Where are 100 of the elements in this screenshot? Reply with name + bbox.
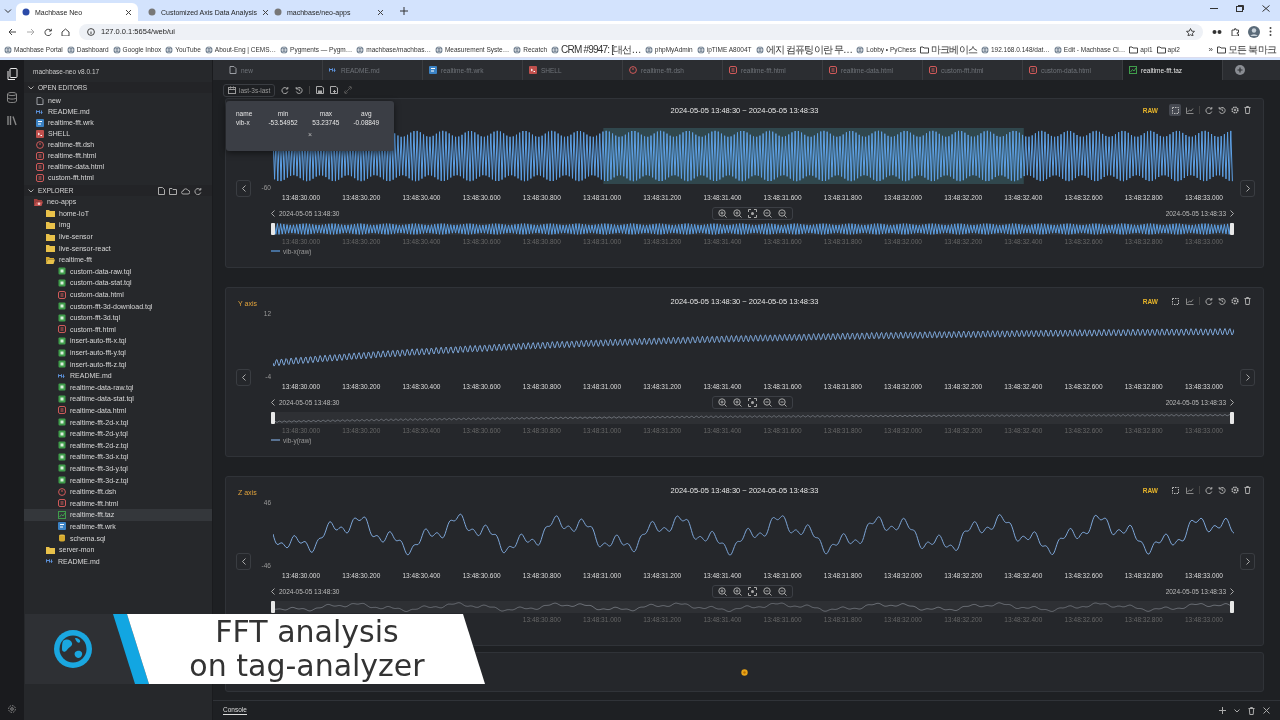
tab-list-icon[interactable]: [4, 7, 12, 14]
previous-button[interactable]: [236, 368, 251, 386]
cloud-icon[interactable]: [181, 186, 190, 195]
refresh-icon[interactable]: [281, 86, 290, 94]
range-handle[interactable]: [1230, 412, 1234, 424]
history-icon[interactable]: [1218, 106, 1226, 114]
line-chart-icon[interactable]: [1186, 486, 1194, 494]
settings-icon[interactable]: [1231, 297, 1239, 305]
bookmark[interactable]: CRM #9947: [대선…: [551, 42, 641, 57]
settings-icon[interactable]: [1231, 486, 1239, 494]
puzzle-icon[interactable]: [1231, 27, 1239, 36]
drag-select-button[interactable]: [1169, 295, 1181, 307]
settings-icon[interactable]: [1231, 106, 1239, 114]
add-tab-icon[interactable]: [1235, 65, 1245, 75]
refresh-icon[interactable]: [194, 186, 202, 195]
new-file-icon[interactable]: [158, 186, 165, 195]
site-info-icon[interactable]: [87, 27, 95, 36]
range-handle[interactable]: [1230, 601, 1234, 613]
chevron-right-icon: [1245, 373, 1250, 381]
html-file-icon: [58, 406, 66, 415]
fit-icon[interactable]: [748, 398, 757, 407]
avatar-icon[interactable]: [1248, 25, 1260, 38]
zoom-out-icon[interactable]: [763, 209, 772, 218]
drag-select-button[interactable]: [1169, 104, 1181, 116]
zoom-out-icon[interactable]: [778, 587, 787, 596]
close-icon[interactable]: [125, 8, 132, 16]
line-chart-icon[interactable]: [1186, 297, 1194, 305]
zoom-in-icon[interactable]: [718, 398, 727, 407]
line-chart-icon[interactable]: [1186, 106, 1194, 114]
markdown-file-icon: [46, 557, 54, 566]
new-tab-icon[interactable]: [400, 6, 408, 15]
refresh-icon[interactable]: [1205, 486, 1213, 494]
close-icon[interactable]: [262, 8, 270, 16]
previous-button[interactable]: [236, 179, 251, 197]
html-file-icon: [36, 162, 44, 171]
bookmarks-overflow[interactable]: »: [1208, 45, 1213, 54]
chevron-down-icon[interactable]: [1234, 708, 1240, 713]
globe-icon: [513, 45, 522, 54]
home-icon[interactable]: [61, 27, 70, 36]
chevron-right-icon: [1245, 184, 1250, 192]
chevron-down-icon[interactable]: [28, 188, 34, 193]
globe-icon: [856, 45, 865, 54]
fit-icon[interactable]: [748, 587, 757, 596]
next-button[interactable]: [1240, 368, 1255, 386]
save-as-icon[interactable]: [330, 86, 339, 94]
settings-icon[interactable]: [7, 704, 17, 714]
refresh-icon[interactable]: [1205, 106, 1213, 114]
history-icon[interactable]: [1218, 297, 1226, 305]
previous-button[interactable]: [236, 552, 251, 570]
zoom-in-icon[interactable]: [733, 398, 742, 407]
new-folder-icon[interactable]: [169, 186, 177, 195]
trash-icon[interactable]: [1244, 106, 1251, 114]
close-icon[interactable]: [1263, 707, 1270, 714]
next-button[interactable]: [1240, 552, 1255, 570]
next-button[interactable]: [1240, 179, 1255, 197]
zoom-out-icon[interactable]: [778, 398, 787, 407]
trash-icon[interactable]: [1244, 486, 1251, 494]
refresh-icon[interactable]: [1205, 297, 1213, 305]
bookmark[interactable]: 에지 컴퓨팅이란 무…: [755, 42, 853, 57]
database-file-icon: [58, 534, 66, 542]
html-file-icon: [929, 66, 937, 74]
zoom-out-icon[interactable]: [763, 587, 772, 596]
close-icon[interactable]: [1262, 5, 1270, 12]
range-handle[interactable]: [271, 412, 275, 424]
save-icon[interactable]: [316, 86, 325, 94]
close-icon[interactable]: [377, 8, 384, 16]
menu-icon[interactable]: [1269, 27, 1272, 36]
terminal-icon: [36, 129, 44, 138]
add-icon[interactable]: [1219, 707, 1226, 714]
minimize-icon[interactable]: [1210, 5, 1218, 12]
zoom-in-icon[interactable]: [733, 587, 742, 596]
trash-icon[interactable]: [1248, 706, 1255, 715]
zoom-out-icon[interactable]: [763, 398, 772, 407]
drag-select-button[interactable]: [1169, 484, 1181, 496]
history-icon[interactable]: [1218, 486, 1226, 494]
trash-icon[interactable]: [1244, 297, 1251, 305]
chevron-right-icon: [1230, 588, 1234, 595]
range-handle[interactable]: [271, 601, 275, 613]
reload-icon[interactable]: [44, 27, 52, 36]
back-icon[interactable]: [8, 27, 17, 36]
history-icon[interactable]: [295, 86, 304, 94]
dashboard-file-icon: [629, 66, 637, 74]
zoom-out-icon[interactable]: [778, 209, 787, 218]
bookmark-folder[interactable]: 마크베이스: [919, 42, 977, 57]
range-handle[interactable]: [1230, 223, 1234, 235]
zoom-in-icon[interactable]: [733, 209, 742, 218]
zoom-in-icon[interactable]: [718, 209, 727, 218]
fit-icon[interactable]: [748, 209, 757, 218]
restore-icon[interactable]: [1236, 5, 1244, 12]
range-handle[interactable]: [271, 223, 275, 235]
star-icon[interactable]: [1186, 27, 1195, 36]
zoom-in-icon[interactable]: [718, 587, 727, 596]
chevron-down-icon[interactable]: [28, 85, 34, 90]
bookmark-folder[interactable]: 모든 북마크: [1217, 42, 1276, 57]
dashboard-file-icon: [36, 140, 44, 149]
glasses-icon[interactable]: [1212, 27, 1222, 36]
chevron-right-icon: [1245, 557, 1250, 565]
database-icon[interactable]: [7, 92, 17, 103]
files-icon[interactable]: [6, 68, 18, 80]
library-icon[interactable]: [7, 115, 17, 126]
